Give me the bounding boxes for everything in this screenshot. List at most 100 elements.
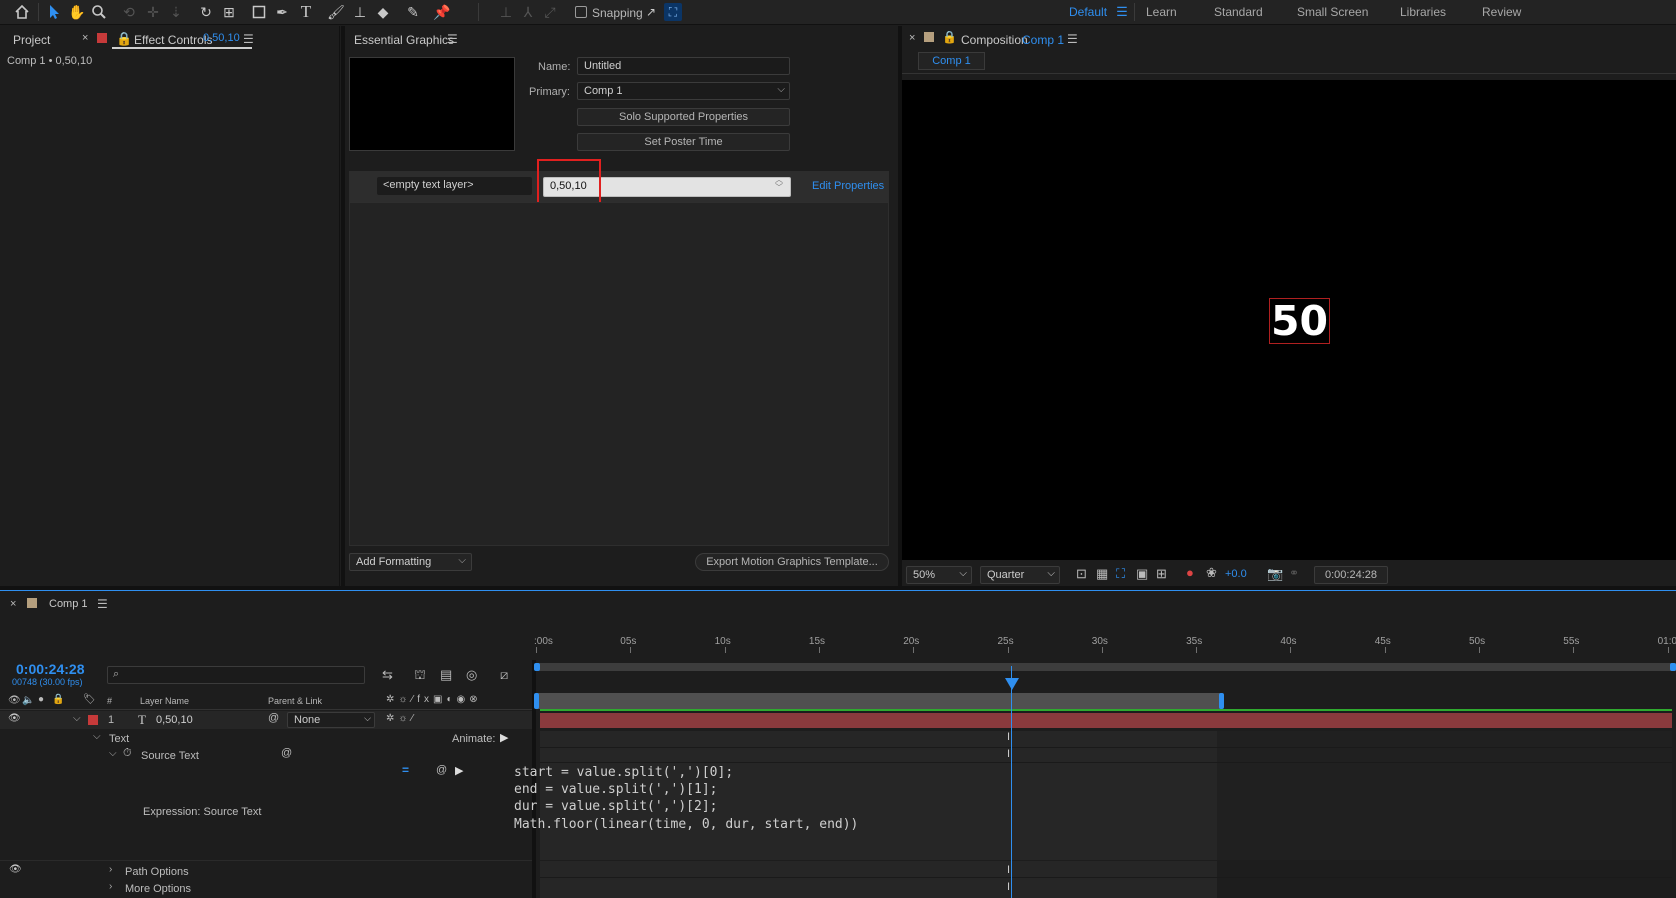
stepper-icon[interactable]: ︿ ﹀ — [775, 176, 783, 192]
primary-select[interactable]: Comp 1 ⌵ — [577, 82, 790, 100]
panel-menu-icon[interactable]: ☰ — [243, 32, 254, 46]
pick-whip-icon[interactable]: @ — [281, 747, 292, 759]
comp-subtab[interactable]: Comp 1 — [918, 52, 985, 70]
work-area-end-handle[interactable] — [1219, 693, 1224, 709]
work-area-start-handle[interactable] — [534, 693, 539, 709]
eraser-tool-icon[interactable]: ◆ — [373, 2, 393, 22]
fast-previews-icon[interactable]: ⊡ — [1076, 566, 1087, 582]
expression-enable-icon[interactable]: = — [402, 763, 409, 777]
col-layer-name[interactable]: Layer Name — [140, 696, 189, 706]
local-axis-icon[interactable]: ⊥ — [496, 2, 516, 22]
panel-menu-icon[interactable]: ☰ — [1067, 32, 1078, 46]
snap-edges-icon[interactable]: ↗ — [641, 2, 661, 22]
parent-select[interactable]: None ⌵ — [287, 712, 375, 728]
type-tool-icon[interactable]: T — [296, 2, 316, 22]
workspace-standard[interactable]: Standard — [1214, 5, 1263, 19]
zoom-tool-icon[interactable] — [89, 2, 109, 22]
chevron-right-icon[interactable]: › — [109, 881, 112, 892]
workspace-menu-icon[interactable]: ☰ — [1112, 2, 1132, 22]
workspace-small-screen[interactable]: Small Screen — [1297, 5, 1368, 19]
add-formatting-dropdown[interactable]: Add Formatting ⌵ — [349, 553, 472, 571]
workspace-review[interactable]: Review — [1482, 5, 1521, 19]
hand-tool-icon[interactable]: ✋ — [67, 2, 87, 22]
layer-search-input[interactable]: ⌕ — [107, 666, 365, 684]
graph-editor-icon[interactable]: ⧄ — [500, 667, 508, 683]
property-label-field[interactable]: <empty text layer> — [377, 177, 532, 195]
expression-line-4[interactable]: Math.floor(linear(time, 0, dur, start, e… — [514, 817, 858, 832]
tab-project[interactable]: Project — [13, 33, 50, 47]
stopwatch-icon[interactable]: ⏱ — [123, 747, 132, 760]
chevron-down-icon[interactable]: ⌵ — [73, 713, 81, 724]
navigator-start-handle[interactable] — [534, 663, 540, 671]
view-axis-icon[interactable]: ⤢ — [540, 2, 560, 22]
show-snapshot-icon[interactable]: ⚭ — [1289, 566, 1299, 580]
world-axis-icon[interactable]: ⅄ — [518, 2, 538, 22]
panel-menu-icon[interactable]: ☰ — [97, 597, 108, 611]
snapping-checkbox[interactable] — [575, 6, 587, 18]
exposure-value[interactable]: +0.0 — [1225, 568, 1247, 580]
workspace-libraries[interactable]: Libraries — [1400, 5, 1446, 19]
expression-language-menu-icon[interactable]: ▶ — [455, 764, 463, 777]
channels-icon[interactable]: ● — [1186, 565, 1194, 580]
expression-pick-whip-icon[interactable]: @ — [436, 764, 447, 776]
canvas-text-layer[interactable]: 50 — [1269, 298, 1331, 344]
close-icon[interactable]: × — [909, 32, 915, 44]
orbit-camera-icon[interactable]: ⟲ — [119, 2, 139, 22]
close-icon[interactable]: × — [10, 598, 16, 610]
frame-blending-icon[interactable]: ◎ — [466, 667, 477, 683]
zoom-select[interactable]: 50% ⌵ — [906, 566, 972, 584]
playhead-line[interactable] — [1011, 666, 1012, 898]
solo-supported-properties-button[interactable]: Solo Supported Properties — [577, 108, 790, 126]
pen-tool-icon[interactable]: ✒ — [272, 2, 292, 22]
pan-behind-tool-icon[interactable]: ⊞ — [219, 2, 239, 22]
work-area-bar[interactable] — [536, 693, 1222, 709]
mask-visibility-icon[interactable]: ⛶ — [1116, 566, 1125, 582]
comp-mini-flowchart-icon[interactable]: ⇆ — [382, 667, 393, 683]
playhead-handle[interactable] — [1005, 678, 1019, 690]
set-poster-time-button[interactable]: Set Poster Time — [577, 133, 790, 151]
home-icon[interactable] — [12, 2, 32, 22]
expression-line-1[interactable]: start = value.split(',')[0]; — [514, 765, 733, 780]
essential-graphics-title[interactable]: Essential Graphics — [354, 33, 454, 47]
roto-brush-tool-icon[interactable]: ✎ — [403, 2, 423, 22]
tab-composition[interactable]: Composition — [961, 33, 1028, 47]
workspace-learn[interactable]: Learn — [1146, 5, 1177, 19]
time-navigator-bar[interactable] — [536, 663, 1676, 671]
edit-properties-link[interactable]: Edit Properties — [812, 180, 884, 192]
tab-comp-1[interactable]: Comp 1 — [49, 598, 88, 610]
layer-name[interactable]: 0,50,10 — [156, 714, 193, 726]
expression-line-2[interactable]: end = value.split(',')[1]; — [514, 782, 718, 797]
pan-camera-icon[interactable]: ✛ — [143, 2, 163, 22]
close-icon[interactable]: × — [82, 32, 88, 44]
composition-viewer[interactable]: 50 — [902, 80, 1676, 560]
workspace-default[interactable]: Default — [1069, 5, 1107, 19]
shy-layers-icon[interactable]: ▤ — [440, 667, 452, 683]
selection-tool-icon[interactable] — [44, 2, 64, 22]
eye-icon[interactable]: 👁 — [9, 864, 22, 875]
animate-label[interactable]: Animate: — [452, 733, 495, 745]
navigator-end-handle[interactable] — [1670, 663, 1676, 671]
layer-switch-icons[interactable]: ✲☼⁄ — [386, 713, 417, 724]
brush-tool-icon[interactable]: 🖌 — [326, 2, 346, 22]
snapshot-icon[interactable]: 📷 — [1267, 566, 1283, 582]
tab-effect-controls[interactable]: Effect Controls — [134, 33, 212, 47]
layer-duration-bar[interactable] — [540, 713, 1672, 728]
resolution-select[interactable]: Quarter ⌵ — [980, 566, 1060, 584]
lock-icon[interactable]: 🔒 — [942, 30, 957, 44]
lock-icon[interactable]: 🔒 — [116, 31, 132, 47]
expression-line-3[interactable]: dur = value.split(',')[2]; — [514, 799, 718, 814]
viewer-timecode[interactable]: 0:00:24:28 — [1314, 566, 1388, 584]
clone-stamp-tool-icon[interactable]: ⊥ — [350, 2, 370, 22]
name-field[interactable]: Untitled — [577, 57, 790, 75]
grid-guides-icon[interactable]: ⊞ — [1156, 566, 1167, 582]
puppet-pin-tool-icon[interactable]: 📌 — [432, 2, 452, 22]
rotation-tool-icon[interactable]: ↻ — [196, 2, 216, 22]
snap-features-icon[interactable]: ⛶ — [664, 3, 682, 21]
draft-3d-icon[interactable]: ⛫ — [414, 667, 426, 685]
color-management-icon[interactable]: ❀ — [1206, 565, 1217, 581]
layer-label-color[interactable] — [88, 715, 98, 725]
col-parent-link[interactable]: Parent & Link — [268, 696, 322, 706]
pick-whip-icon[interactable]: @ — [268, 712, 279, 724]
region-of-interest-icon[interactable]: ▣ — [1136, 566, 1148, 582]
transparency-grid-icon[interactable]: ▦ — [1096, 566, 1108, 582]
